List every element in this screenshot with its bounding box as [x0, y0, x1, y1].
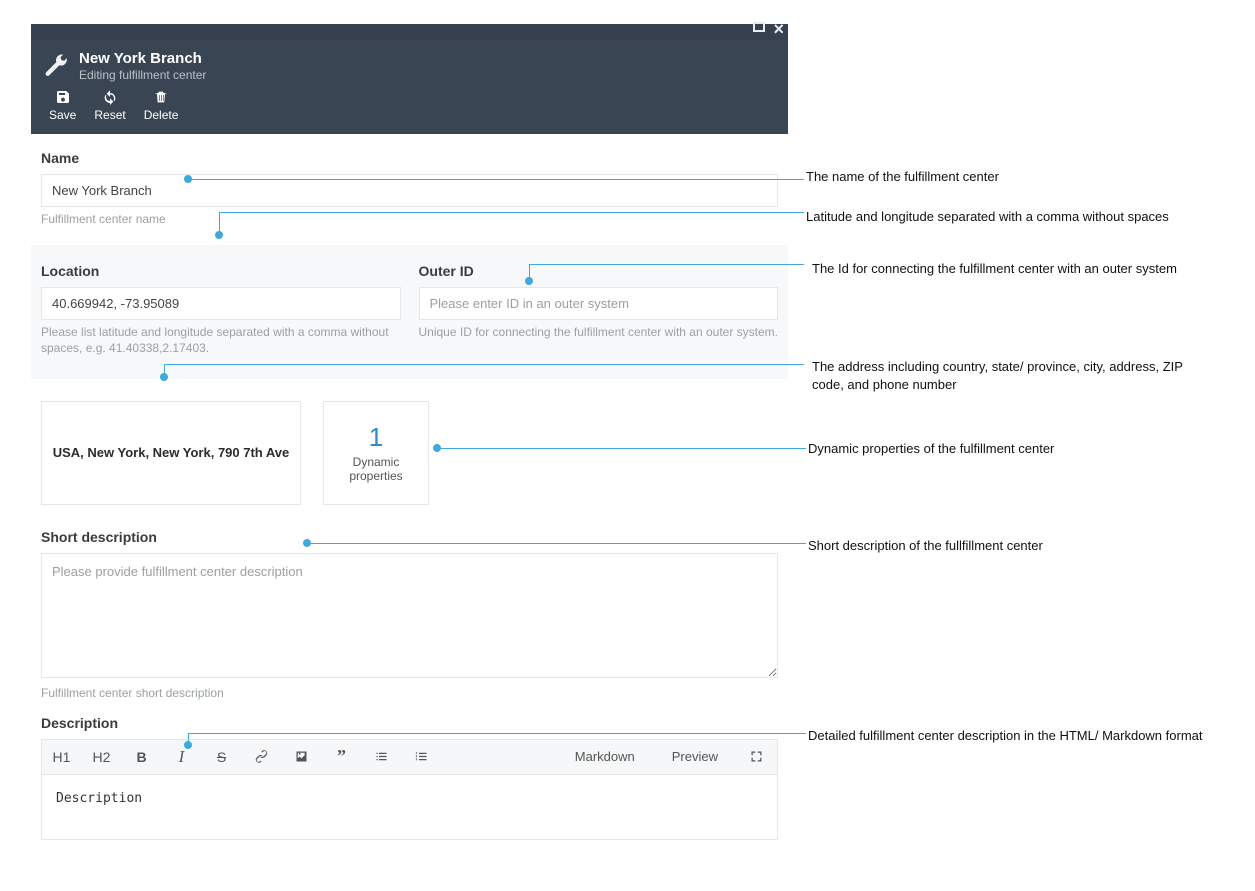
anno-name: The name of the fulfillment center	[806, 168, 1206, 186]
strike-button[interactable]: S	[202, 739, 242, 775]
h1-button[interactable]: H1	[42, 739, 82, 775]
delete-button[interactable]: Delete	[144, 88, 179, 122]
location-outer-box: Location Please list latitude and longit…	[31, 245, 788, 378]
cards-row: USA, New York, New York, 790 7th Ave 1 D…	[41, 401, 778, 505]
image-button[interactable]	[282, 739, 322, 775]
fullscreen-button[interactable]	[737, 739, 777, 775]
save-button[interactable]: Save	[49, 88, 76, 122]
reset-button[interactable]: Reset	[94, 88, 125, 122]
header-band: New York Branch Editing fulfillment cent…	[31, 40, 788, 134]
ordered-list-button[interactable]	[402, 739, 442, 775]
wrench-icon	[43, 52, 69, 81]
shortdesc-help: Fulfillment center short description	[41, 685, 778, 701]
preview-tab[interactable]: Preview	[654, 739, 737, 775]
save-label: Save	[49, 108, 76, 122]
shortdesc-textarea[interactable]	[41, 553, 778, 678]
description-body[interactable]: Description	[42, 775, 777, 839]
anno-desc: Detailed fulfillment center description …	[808, 727, 1208, 745]
delete-label: Delete	[144, 108, 179, 122]
outerid-label: Outer ID	[419, 263, 779, 279]
dynamic-properties-card[interactable]: 1 Dynamic properties	[323, 401, 429, 505]
dynamic-count: 1	[369, 422, 383, 453]
h2-button[interactable]: H2	[82, 739, 122, 775]
outerid-input[interactable]	[419, 287, 779, 320]
unordered-list-button[interactable]	[362, 739, 402, 775]
location-input[interactable]	[41, 287, 401, 320]
quote-button[interactable]: ”	[322, 739, 362, 775]
toolbar: Save Reset Delete	[39, 82, 788, 128]
link-button[interactable]	[242, 739, 282, 775]
name-help: Fulfillment center name	[41, 211, 778, 227]
header-subtitle: Editing fulfillment center	[79, 68, 206, 82]
address-text: USA, New York, New York, 790 7th Ave	[53, 445, 290, 460]
anno-dynamic: Dynamic properties of the fulfillment ce…	[808, 440, 1208, 458]
anno-shortdesc: Short description of the fullfillment ce…	[808, 537, 1208, 555]
anno-address: The address including country, state/ pr…	[812, 358, 1212, 393]
maximize-icon[interactable]	[753, 22, 765, 32]
anno-outerid: The Id for connecting the fulfillment ce…	[812, 260, 1212, 278]
description-label: Description	[41, 715, 778, 731]
bold-button[interactable]: B	[122, 739, 162, 775]
location-label: Location	[41, 263, 401, 279]
window-top-bar: ×	[31, 24, 788, 40]
outerid-help: Unique ID for connecting the fulfillment…	[419, 324, 779, 340]
markdown-tab[interactable]: Markdown	[557, 739, 654, 775]
dynamic-caption: Dynamic properties	[334, 455, 418, 484]
editor-panel: × New York Branch Editing fulfillment ce…	[31, 24, 788, 840]
anno-location: Latitude and longitude separated with a …	[806, 208, 1206, 226]
address-card[interactable]: USA, New York, New York, 790 7th Ave	[41, 401, 301, 505]
name-label: Name	[41, 150, 778, 166]
reset-label: Reset	[94, 108, 125, 122]
italic-button[interactable]: I	[162, 739, 202, 775]
location-help: Please list latitude and longitude separ…	[41, 324, 401, 356]
editor-toolbar: H1 H2 B I S ” Markdown Preview	[41, 739, 778, 775]
close-icon[interactable]: ×	[773, 22, 784, 36]
header-title: New York Branch	[79, 50, 206, 67]
